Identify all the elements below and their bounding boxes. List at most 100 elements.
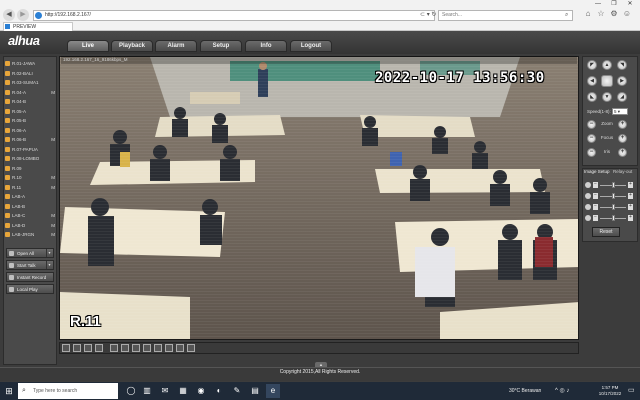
channel-item[interactable]: LAB-A: [4, 192, 56, 202]
slider-knob[interactable]: [611, 182, 615, 188]
focus-minus-button[interactable]: −: [587, 134, 596, 143]
start-talk-button[interactable]: Start Talk ▾: [6, 260, 54, 270]
channel-item[interactable]: R.05-B: [4, 116, 56, 126]
ptz-left-icon[interactable]: ◀: [587, 76, 597, 86]
fullscreen-icon[interactable]: [110, 344, 118, 352]
channel-item[interactable]: R.08-LOMBO: [4, 154, 56, 164]
stream-main-icon[interactable]: [176, 344, 184, 352]
contrast-slider[interactable]: − +: [585, 193, 635, 200]
reset-button[interactable]: Reset: [592, 227, 620, 237]
store-icon[interactable]: ▤: [248, 384, 262, 398]
back-arrow-icon[interactable]: ◀: [3, 9, 15, 21]
zoom-digital-icon[interactable]: [165, 344, 173, 352]
ptz-up-left-icon[interactable]: ◤: [587, 60, 597, 70]
zoom-plus-button[interactable]: +: [618, 120, 627, 129]
browser-tab-preview[interactable]: PREVIEW: [3, 22, 73, 31]
edge-icon[interactable]: ◐: [212, 384, 226, 398]
search-icon[interactable]: ⌕: [565, 10, 568, 21]
favorites-star-icon[interactable]: ☆: [596, 9, 606, 19]
system-tray[interactable]: ^ ◎ ♪: [555, 383, 569, 399]
channel-item[interactable]: R.10 M: [4, 173, 56, 183]
home-icon[interactable]: ⌂: [583, 9, 593, 19]
task-view-icon[interactable]: ▥: [140, 384, 154, 398]
channel-item[interactable]: LAB-D M: [4, 221, 56, 231]
stream-extra-icon[interactable]: [187, 344, 195, 352]
saturation-plus-button[interactable]: +: [628, 204, 633, 210]
layout-1-icon[interactable]: [62, 344, 70, 352]
tab-setup[interactable]: Setup: [200, 40, 242, 52]
ptz-right-icon[interactable]: ▶: [617, 76, 627, 86]
mail-icon[interactable]: ✉: [158, 384, 172, 398]
settings-gear-icon[interactable]: ⚙: [609, 9, 619, 19]
iris-minus-button[interactable]: −: [587, 148, 596, 157]
hue-minus-button[interactable]: −: [593, 215, 598, 221]
brightness-minus-button[interactable]: −: [593, 182, 598, 188]
layout-9-icon[interactable]: [84, 344, 92, 352]
tab-logout[interactable]: Logout: [290, 40, 332, 52]
channel-item[interactable]: R.04-B: [4, 97, 56, 107]
channel-item[interactable]: R.06-A: [4, 126, 56, 136]
channel-item[interactable]: R.03-SUMA1: [4, 78, 56, 88]
ptz-down-left-icon[interactable]: ◣: [587, 92, 597, 102]
address-actions[interactable]: ⊂ ▾ ↻: [420, 10, 436, 21]
layout-16-icon[interactable]: [95, 344, 103, 352]
contrast-plus-button[interactable]: +: [628, 193, 633, 199]
live-video[interactable]: [59, 56, 579, 340]
record-toggle-icon[interactable]: [143, 344, 151, 352]
taskbar-search-input[interactable]: Type here to search: [18, 383, 118, 399]
saturation-slider[interactable]: − +: [585, 204, 635, 211]
tab-live[interactable]: Live: [67, 40, 109, 52]
chevron-down-icon[interactable]: ▾: [46, 261, 52, 269]
notification-icon[interactable]: ▭: [628, 384, 635, 398]
channel-item[interactable]: R.01-JAWA: [4, 59, 56, 69]
zoom-minus-button[interactable]: −: [587, 120, 596, 129]
slider-knob[interactable]: [611, 193, 615, 199]
channel-item[interactable]: R.05-A: [4, 107, 56, 117]
smiley-feedback-icon[interactable]: ☺: [622, 9, 632, 19]
close-icon[interactable]: ✕: [622, 0, 638, 9]
paint-icon[interactable]: ✎: [230, 384, 244, 398]
address-bar[interactable]: http://192.168.2.167/: [33, 10, 435, 21]
contrast-minus-button[interactable]: −: [593, 193, 598, 199]
chevron-down-icon[interactable]: ▾: [46, 249, 52, 257]
ptz-down-right-icon[interactable]: ◢: [617, 92, 627, 102]
channel-item[interactable]: R.07-PAPUA: [4, 145, 56, 155]
slider-knob[interactable]: [611, 204, 615, 210]
restore-icon[interactable]: ❐: [606, 0, 622, 9]
slider-knob[interactable]: [611, 215, 615, 221]
tab-alarm[interactable]: Alarm: [155, 40, 197, 52]
instant-record-button[interactable]: Instant Record: [6, 272, 54, 282]
focus-plus-button[interactable]: +: [618, 134, 627, 143]
ptz-down-icon[interactable]: ▼: [602, 92, 612, 102]
layout-4-icon[interactable]: [73, 344, 81, 352]
channel-item[interactable]: R.06-B M: [4, 135, 56, 145]
channel-item[interactable]: R.11 M: [4, 183, 56, 193]
channel-item[interactable]: R.09: [4, 164, 56, 174]
chrome-icon[interactable]: ◉: [194, 384, 208, 398]
ptz-up-right-icon[interactable]: ◥: [617, 60, 627, 70]
file-explorer-icon[interactable]: ▦: [176, 384, 190, 398]
channel-item[interactable]: LAB-JRGN M: [4, 230, 56, 240]
ptz-up-icon[interactable]: ▲: [602, 60, 612, 70]
minimize-icon[interactable]: —: [590, 0, 606, 9]
local-play-button[interactable]: Local Play: [6, 284, 54, 294]
iris-plus-button[interactable]: +: [618, 148, 627, 157]
browser-search-input[interactable]: Search...: [438, 10, 573, 21]
channel-item[interactable]: LAB-C M: [4, 211, 56, 221]
taskbar-clock[interactable]: 1:57 PM 10/17/2022: [595, 383, 625, 397]
collapse-up-icon[interactable]: ▲: [315, 362, 327, 367]
tab-relay-out[interactable]: Relay-out: [611, 168, 634, 175]
hue-slider[interactable]: − +: [585, 215, 635, 222]
cortana-icon[interactable]: ◯: [124, 384, 138, 398]
speed-select[interactable]: 5 ▾: [612, 108, 628, 115]
brightness-slider[interactable]: − +: [585, 182, 635, 189]
saturation-minus-button[interactable]: −: [593, 204, 598, 210]
open-all-button[interactable]: Open All ▾: [6, 248, 54, 258]
tab-info[interactable]: Info: [245, 40, 287, 52]
snapshot-icon[interactable]: [132, 344, 140, 352]
windows-start-icon[interactable]: ⊞: [2, 384, 16, 398]
internet-explorer-icon[interactable]: e: [266, 384, 280, 398]
channel-item[interactable]: R.02-BALI: [4, 69, 56, 79]
original-size-icon[interactable]: [121, 344, 129, 352]
channel-item[interactable]: LAB-E: [4, 240, 56, 241]
